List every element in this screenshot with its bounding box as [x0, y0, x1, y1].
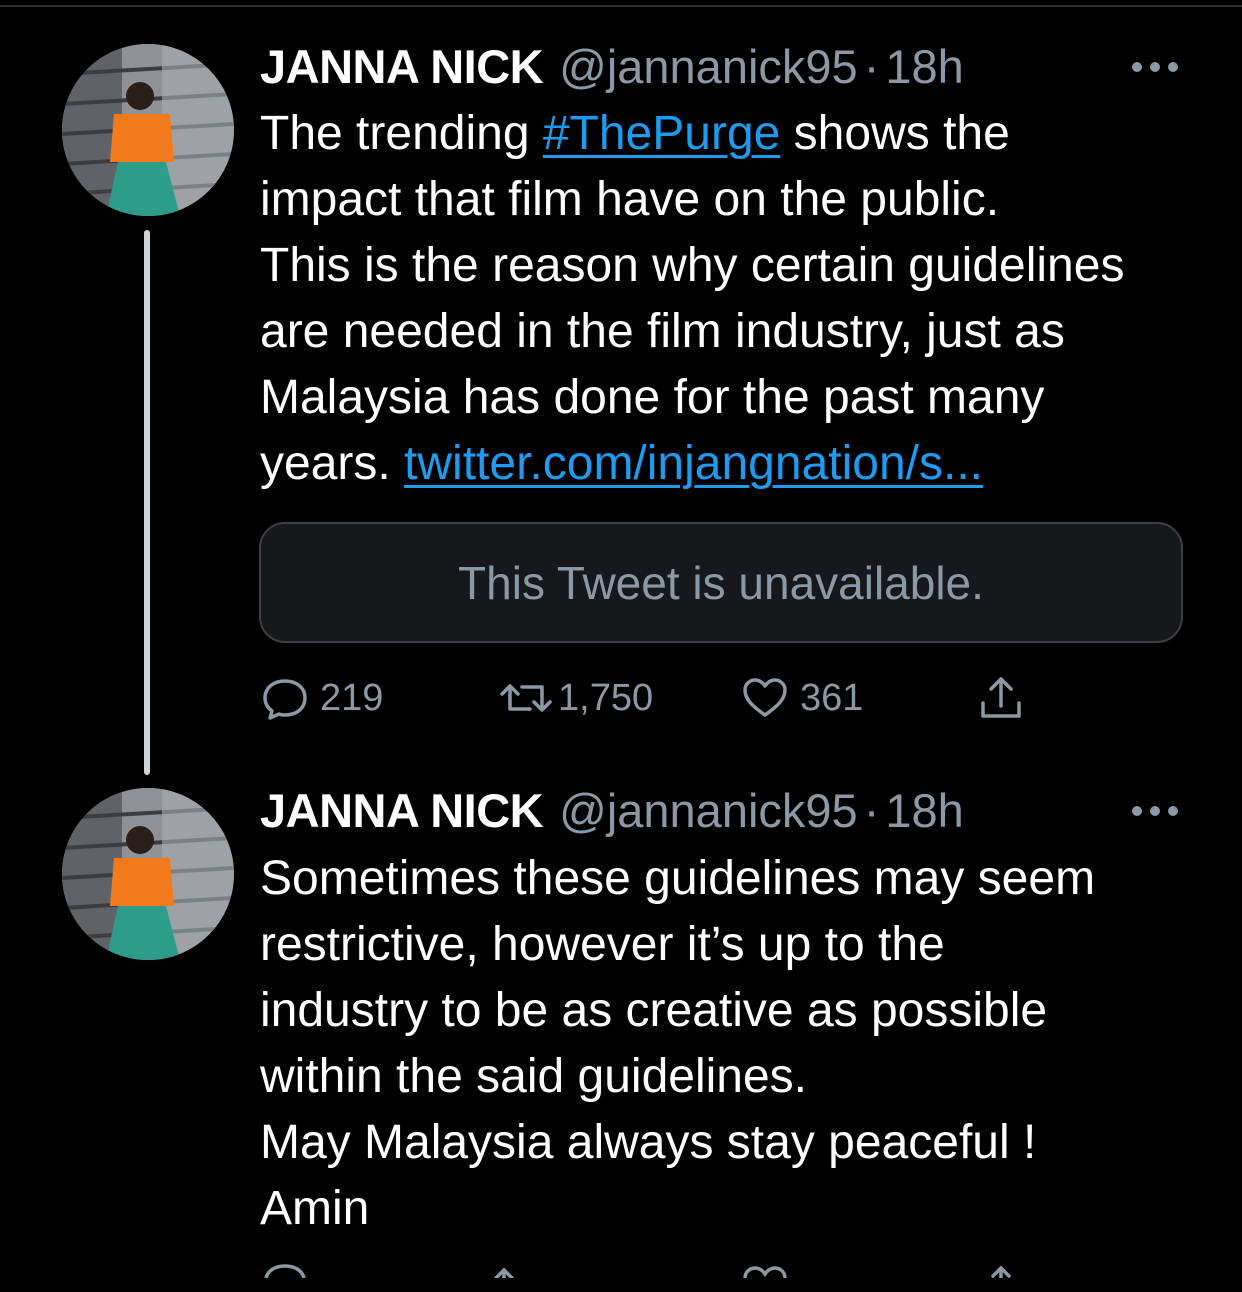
tweet-text-line: Sometimes these guidelines may seem: [260, 852, 1096, 905]
author-name[interactable]: JANNA NICK: [260, 784, 544, 838]
tweet-text-line: This is the reason why certain guideline…: [260, 239, 1125, 292]
retweet-button[interactable]: 1,750: [498, 668, 653, 728]
tweet-text-line: The trending #ThePurge shows the: [260, 101, 1200, 167]
text-segment: shows the: [780, 107, 1010, 160]
quote-unavailable-text: This Tweet is unavailable.: [458, 556, 984, 609]
retweet-icon: [500, 684, 552, 712]
reply-icon: [263, 679, 307, 720]
separator: ·: [863, 40, 880, 93]
author-name[interactable]: JANNA NICK: [260, 40, 544, 94]
more-dot: [1150, 62, 1160, 72]
author-handle[interactable]: @jannanick95: [559, 40, 858, 94]
text-segment: years.: [260, 437, 405, 490]
more-dot: [1168, 62, 1178, 72]
tweet-text-line: May Malaysia always stay peaceful !: [260, 1116, 1037, 1169]
tweet-actions: 219 1,750 361: [260, 668, 1060, 728]
share-icon: [981, 677, 1021, 718]
retweet-icon: [494, 1267, 514, 1280]
tweet-text-line: Amin: [260, 1182, 370, 1235]
like-count: 361: [800, 676, 864, 719]
more-options-icon[interactable]: [1132, 61, 1178, 73]
tweet[interactable]: JANNA NICK @jannanick95 · 18h The trendi…: [0, 0, 1242, 780]
timestamp[interactable]: 18h: [885, 784, 963, 838]
author-handle[interactable]: @jannanick95: [559, 784, 858, 838]
avatar[interactable]: [62, 44, 234, 216]
tweet-header: JANNA NICK @jannanick95 · 18h: [260, 40, 964, 94]
avatar[interactable]: [62, 788, 234, 960]
separator: ·: [863, 784, 880, 837]
reply-icon: [264, 1264, 306, 1279]
tweet-header: JANNA NICK @jannanick95 · 18h: [260, 784, 964, 838]
tweet-text-line: years. twitter.com/injangnation/s...: [260, 431, 1200, 497]
more-options-icon[interactable]: [1132, 805, 1178, 817]
reply-button[interactable]: 219: [260, 668, 383, 728]
tweet[interactable]: JANNA NICK @jannanick95 · 18h Sometimes …: [0, 780, 1242, 1278]
hashtag-link[interactable]: #ThePurge: [543, 107, 781, 160]
more-dot: [1168, 806, 1178, 816]
tweet-actions: [260, 1262, 1060, 1292]
more-dot: [1150, 806, 1160, 816]
tweet-text-line: are needed in the film industry, just as: [260, 305, 1065, 358]
avatar-image: [62, 44, 234, 216]
tweet-text-line: impact that film have on the public.: [260, 173, 1000, 226]
text-segment: The trending: [260, 107, 543, 160]
tweet-text-line: Malaysia has done for the past many: [260, 371, 1045, 424]
retweet-count: 1,750: [558, 676, 654, 719]
like-button[interactable]: 361: [740, 668, 863, 728]
quoted-tweet-unavailable[interactable]: This Tweet is unavailable.: [259, 522, 1183, 643]
timestamp[interactable]: 18h: [885, 40, 963, 94]
url-link[interactable]: twitter.com/injangnation/s...: [404, 437, 983, 490]
tweet-text-line: restrictive, however it’s up to the: [260, 918, 945, 971]
avatar-image: [62, 788, 234, 960]
tweet-text-line: within the said guidelines.: [260, 1050, 808, 1103]
tweet-text-line: industry to be as creative as possible: [260, 984, 1048, 1037]
heart-icon: [743, 678, 787, 717]
tweet-text: The trending #ThePurge shows the impact …: [260, 101, 1200, 497]
more-dot: [1132, 62, 1142, 72]
tweet-text: Sometimes these guidelines may seem rest…: [260, 846, 1200, 1242]
heart-icon: [743, 1266, 787, 1279]
thread-connector: [144, 230, 150, 775]
more-dot: [1132, 806, 1142, 816]
reply-count: 219: [320, 676, 384, 719]
actions-row-partial: [264, 1264, 1011, 1280]
share-button[interactable]: [976, 668, 1026, 728]
share-icon: [991, 1265, 1011, 1280]
